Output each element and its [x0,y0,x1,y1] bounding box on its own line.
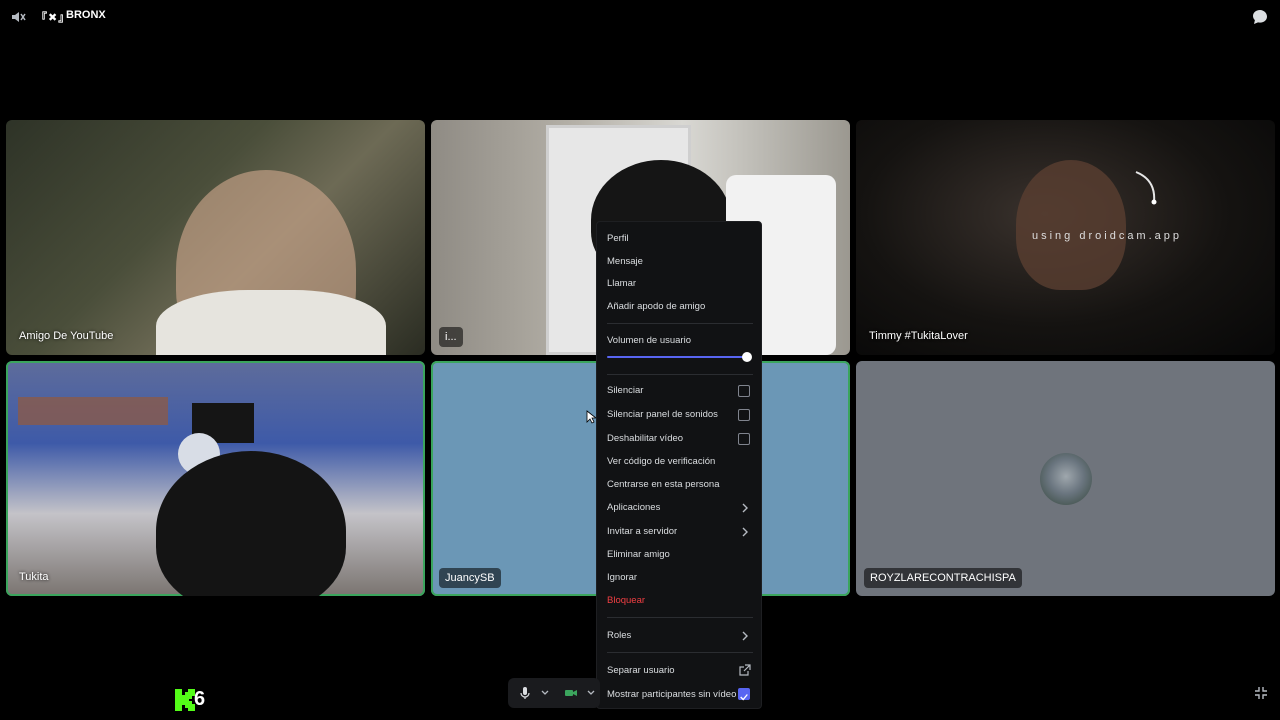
camera-icon[interactable] [564,686,578,700]
mute-soundboard-checkbox[interactable] [738,409,750,421]
menu-item-disable-video[interactable]: Deshabilitar vídeo [607,433,683,444]
participant-name: JuancySB [439,568,501,588]
menu-item-show-no-video[interactable]: Mostrar participantes sin vídeo [607,689,736,700]
volume-slider-thumb[interactable] [742,352,752,362]
menu-item-focus-person[interactable]: Centrarse en esta persona [607,479,719,490]
menu-separator [607,617,753,618]
menu-item-add-nickname[interactable]: Añadir apodo de amigo [607,301,705,312]
menu-separator [607,374,753,375]
menu-item-call[interactable]: Llamar [607,278,636,289]
disable-video-checkbox[interactable] [738,433,750,445]
participant-name: Amigo De YouTube [19,330,114,342]
menu-item-mute[interactable]: Silenciar [607,385,643,396]
menu-item-remove-friend[interactable]: Eliminar amigo [607,549,670,560]
participant-video [156,451,346,596]
user-context-menu: Perfil Mensaje Llamar Añadir apodo de am… [596,221,762,709]
menu-separator [607,323,753,324]
video-tile-royzla[interactable]: ROYZLARECONTRACHISPA [856,361,1275,596]
checkmark-icon [740,694,748,701]
speaker-muted-icon[interactable] [10,9,26,25]
top-bar: 『✖』 BRONX [0,0,1280,34]
channel-name: BRONX [66,9,106,21]
menu-item-profile[interactable]: Perfil [607,233,629,244]
chevron-right-icon [742,631,748,641]
chevron-right-icon [742,503,748,513]
menu-item-mute-soundboard[interactable]: Silenciar panel de sonidos [607,409,718,420]
show-no-video-checkbox[interactable] [738,688,750,701]
menu-item-ignore[interactable]: Ignorar [607,572,637,583]
menu-item-popout[interactable]: Separar usuario [607,665,675,676]
participant-shirt [156,290,386,355]
menu-item-block[interactable]: Bloquear [607,595,645,606]
menu-item-roles[interactable]: Roles [607,630,631,641]
menu-item-invite[interactable]: Invitar a servidor [607,526,677,537]
mouse-cursor-icon [586,410,596,424]
chevron-right-icon [742,527,748,537]
kick-count: 6 [194,688,206,710]
popout-icon [739,664,751,676]
chevron-down-icon[interactable] [538,686,552,700]
menu-item-message[interactable]: Mensaje [607,256,643,267]
mute-checkbox[interactable] [738,385,750,397]
microphone-icon[interactable] [518,686,532,700]
droidcam-watermark: using droidcam.app [1032,230,1183,242]
chat-bubble-icon[interactable] [1252,9,1268,25]
exit-fullscreen-icon[interactable] [1254,686,1268,700]
participant-video [1016,160,1126,290]
participant-name: Tukita [19,571,49,583]
volume-slider-track[interactable] [607,356,747,358]
droidcam-logo-icon [1135,171,1157,205]
chevron-down-icon[interactable] [584,686,598,700]
wall-posters [18,397,168,425]
avatar [1040,453,1092,505]
participant-name: i... [439,327,463,347]
participant-name: Timmy #TukitaLover [869,330,968,342]
call-controls [508,678,600,708]
menu-volume-label: Volumen de usuario [607,335,691,346]
participant-name: ROYZLARECONTRACHISPA [864,568,1022,588]
video-tile-timmy[interactable]: using droidcam.app Timmy #TukitaLover [856,120,1275,355]
video-tile-tukita[interactable]: Tukita [6,361,425,596]
menu-separator [607,652,753,653]
menu-item-verify-code[interactable]: Ver código de verificación [607,456,715,467]
video-tile-amigo[interactable]: Amigo De YouTube [6,120,425,355]
menu-item-apps[interactable]: Aplicaciones [607,502,660,513]
